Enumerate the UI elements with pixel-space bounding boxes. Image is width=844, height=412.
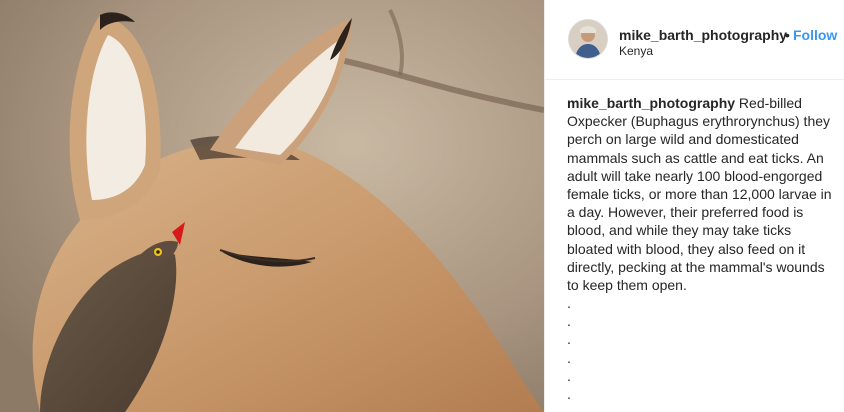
post-location[interactable]: Kenya bbox=[619, 44, 653, 58]
profile-photo-icon bbox=[569, 20, 607, 58]
caption-trailing-dots: . . . . . . bbox=[567, 294, 571, 403]
post-header: mike_barth_photography • Follow Kenya bbox=[545, 0, 844, 80]
trailing-dot: . bbox=[567, 295, 571, 311]
trailing-dot: . bbox=[567, 331, 571, 348]
post-sidebar: mike_barth_photography • Follow Kenya mi… bbox=[544, 0, 844, 412]
impala-oxpecker-photo bbox=[0, 0, 544, 412]
trailing-dot: . bbox=[567, 349, 571, 366]
caption-text: Red-billed Oxpecker (Buphagus erythroryn… bbox=[567, 95, 832, 294]
post-caption: mike_barth_photography Red-billed Oxpeck… bbox=[567, 94, 839, 294]
caption-username[interactable]: mike_barth_photography bbox=[567, 95, 735, 111]
avatar[interactable] bbox=[569, 20, 607, 58]
trailing-dot: . bbox=[567, 367, 571, 384]
follow-button[interactable]: Follow bbox=[793, 27, 837, 43]
separator-dot: • bbox=[785, 27, 790, 43]
post-username[interactable]: mike_barth_photography bbox=[619, 27, 787, 43]
trailing-dot: . bbox=[567, 313, 571, 330]
post-photo[interactable] bbox=[0, 0, 544, 412]
trailing-dot: . bbox=[567, 386, 571, 403]
